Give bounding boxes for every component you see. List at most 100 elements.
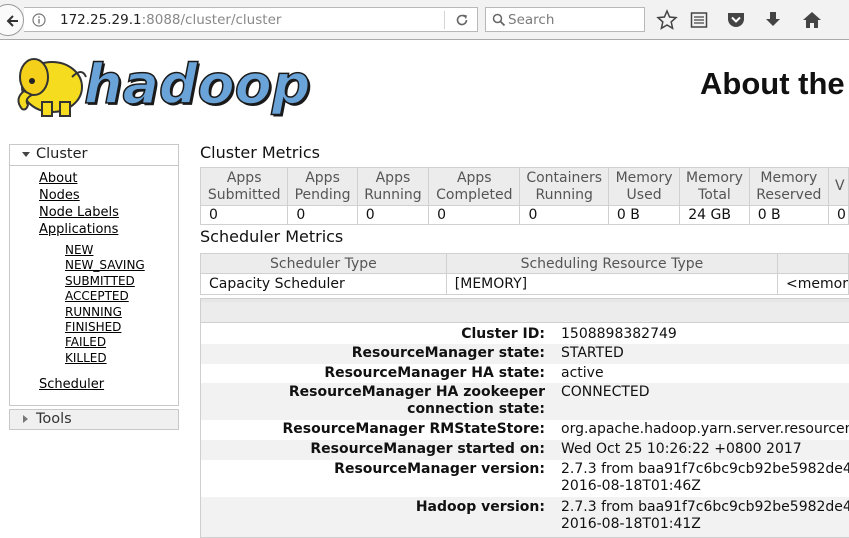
info-key: Cluster ID: bbox=[461, 326, 545, 342]
scheduler-value-row: Capacity Scheduler [MEMORY] <memor bbox=[200, 273, 849, 295]
nav-link-killed[interactable]: KILLED bbox=[65, 351, 107, 365]
metric-value: 0 bbox=[428, 205, 521, 225]
cluster-header[interactable]: Cluster bbox=[10, 145, 178, 165]
column-header[interactable]: Scheduling Resource Type bbox=[445, 253, 779, 274]
header-line: Memory bbox=[760, 169, 818, 186]
info-key: ResourceManager HA state: bbox=[324, 365, 545, 381]
caret-down-icon bbox=[22, 152, 30, 157]
metrics-value-row: 0 0 0 0 0 0 B 24 GB 0 B 0 bbox=[199, 205, 849, 225]
header-line: Containers bbox=[526, 169, 603, 186]
info-key: ResourceManager HA zookeeper connection … bbox=[288, 384, 545, 417]
info-panel-header-bar bbox=[201, 302, 849, 322]
header-line: Memory bbox=[686, 169, 743, 186]
info-value: STARTED bbox=[561, 345, 624, 361]
header-line: Running bbox=[364, 186, 422, 203]
download-icon[interactable] bbox=[762, 9, 784, 31]
info-value: org.apache.hadoop.yarn.server.resourcem bbox=[561, 421, 849, 437]
scheduler-metrics-title: Scheduler Metrics bbox=[200, 227, 344, 246]
info-key: ResourceManager started on: bbox=[310, 441, 545, 457]
nav-link-scheduler[interactable]: Scheduler bbox=[39, 377, 104, 392]
scheduler-metrics-table: Scheduler Type Scheduling Resource Type … bbox=[200, 253, 849, 295]
info-row-rm-ha-state: ResourceManager HA state: active bbox=[201, 364, 849, 383]
metrics-header-row: Apps Submitted Apps Pending Apps Running Ap… bbox=[199, 167, 849, 206]
metric-value: 0 bbox=[287, 205, 358, 225]
metric-value: 24 GB bbox=[679, 205, 750, 225]
column-header[interactable]: Memory Used bbox=[607, 167, 681, 206]
metric-value: 0 B bbox=[748, 205, 830, 225]
search-bar[interactable] bbox=[485, 7, 645, 32]
back-button[interactable] bbox=[0, 4, 24, 36]
url-separator bbox=[444, 11, 445, 29]
reload-icon[interactable] bbox=[455, 13, 469, 27]
nav-link-finished[interactable]: FINISHED bbox=[65, 320, 121, 334]
reader-icon[interactable] bbox=[688, 9, 710, 31]
info-key: ResourceManager version: bbox=[334, 461, 545, 477]
header-line: Total bbox=[698, 186, 731, 203]
header-line: Apps bbox=[305, 169, 340, 186]
nav-link-accepted[interactable]: ACCEPTED bbox=[65, 289, 129, 303]
nav-link-running[interactable]: RUNNING bbox=[65, 305, 122, 319]
info-value-line2: 2016-08-18T01:46Z bbox=[561, 478, 701, 494]
cluster-metrics-table: Apps Submitted Apps Pending Apps Running Ap… bbox=[199, 167, 849, 225]
star-icon[interactable] bbox=[656, 9, 678, 31]
header-line: Running bbox=[535, 186, 593, 203]
info-row-rm-version: ResourceManager version: 2.7.3 from baa9… bbox=[201, 460, 849, 497]
column-header[interactable] bbox=[777, 253, 849, 274]
info-icon[interactable] bbox=[32, 13, 46, 27]
header-line: Reserved bbox=[756, 186, 822, 203]
divider bbox=[10, 165, 178, 166]
scheduler-type-value: Capacity Scheduler bbox=[200, 273, 447, 295]
browser-toolbar: 172.25.29.1:8088/cluster/cluster bbox=[0, 0, 849, 40]
header-line: Apps bbox=[226, 169, 262, 186]
column-header[interactable]: Apps Submitted bbox=[199, 167, 289, 206]
info-key: Hadoop version: bbox=[415, 499, 545, 515]
metric-value: 0 bbox=[199, 205, 289, 225]
metric-value: 0 bbox=[519, 205, 609, 225]
column-header[interactable]: Memory Total bbox=[679, 167, 750, 206]
column-header[interactable]: Apps Pending bbox=[287, 167, 358, 206]
pocket-icon[interactable] bbox=[725, 9, 747, 31]
url-bar[interactable]: 172.25.29.1:8088/cluster/cluster bbox=[24, 7, 478, 32]
sidebar-cluster: Cluster About Nodes Node Labels Applicat… bbox=[9, 144, 179, 406]
info-value: 2.7.3 from baa91f7c6bc9cb92be5982de4 bbox=[561, 461, 849, 477]
nav-link-new-saving[interactable]: NEW_SAVING bbox=[65, 258, 145, 272]
column-header[interactable]: V bbox=[828, 167, 849, 206]
nav-link-about[interactable]: About bbox=[39, 171, 77, 186]
column-header[interactable]: Apps Running bbox=[356, 167, 430, 206]
info-row-hadoop-version: Hadoop version: 2.7.3 from baa91f7c6bc9c… bbox=[201, 497, 849, 537]
home-icon[interactable] bbox=[801, 9, 823, 31]
info-key: ResourceManager RMStateStore: bbox=[282, 421, 546, 437]
info-panel-header bbox=[201, 299, 849, 323]
info-key: ResourceManager state: bbox=[351, 345, 545, 361]
nav-link-submitted[interactable]: SUBMITTED bbox=[65, 274, 135, 288]
info-row-rm-state: ResourceManager state: STARTED bbox=[201, 344, 849, 364]
cluster-label: Cluster bbox=[36, 146, 88, 162]
metric-value: 0 bbox=[356, 205, 430, 225]
nav-link-failed[interactable]: FAILED bbox=[65, 335, 106, 349]
header-line: Apps bbox=[456, 169, 492, 186]
nav-link-node-labels[interactable]: Node Labels bbox=[39, 205, 119, 220]
nav-link-new[interactable]: NEW bbox=[65, 243, 93, 257]
column-header[interactable]: Memory Reserved bbox=[748, 167, 830, 206]
header-line: Completed bbox=[436, 186, 513, 203]
metric-value: 0 B bbox=[607, 205, 681, 225]
url-text[interactable]: 172.25.29.1:8088/cluster/cluster bbox=[60, 12, 281, 28]
resource-value: <memor bbox=[777, 273, 849, 295]
column-header[interactable]: Containers Running bbox=[519, 167, 609, 206]
nav-link-applications[interactable]: Applications bbox=[39, 222, 118, 237]
header-line: Memory bbox=[615, 169, 673, 186]
column-header[interactable]: Apps Completed bbox=[428, 167, 521, 206]
search-icon bbox=[492, 13, 506, 27]
info-row-rm-zookeeper: ResourceManager HA zookeeper connection … bbox=[201, 383, 849, 420]
header-line: Used bbox=[626, 186, 662, 203]
info-value-line2: 2016-08-18T01:41Z bbox=[561, 516, 701, 532]
url-path: :8088/cluster/cluster bbox=[141, 12, 282, 28]
info-value: 2.7.3 from baa91f7c6bc9cb92be5982de4 bbox=[561, 499, 849, 515]
nav-link-nodes[interactable]: Nodes bbox=[39, 188, 80, 203]
page-title: About the bbox=[700, 66, 845, 101]
scheduler-header-row: Scheduler Type Scheduling Resource Type bbox=[200, 253, 849, 274]
search-input[interactable] bbox=[508, 11, 638, 29]
hadoop-logo: hadoop hadoop bbox=[17, 52, 312, 118]
column-header[interactable]: Scheduler Type bbox=[200, 253, 447, 274]
sidebar-tools[interactable]: Tools bbox=[9, 409, 179, 430]
